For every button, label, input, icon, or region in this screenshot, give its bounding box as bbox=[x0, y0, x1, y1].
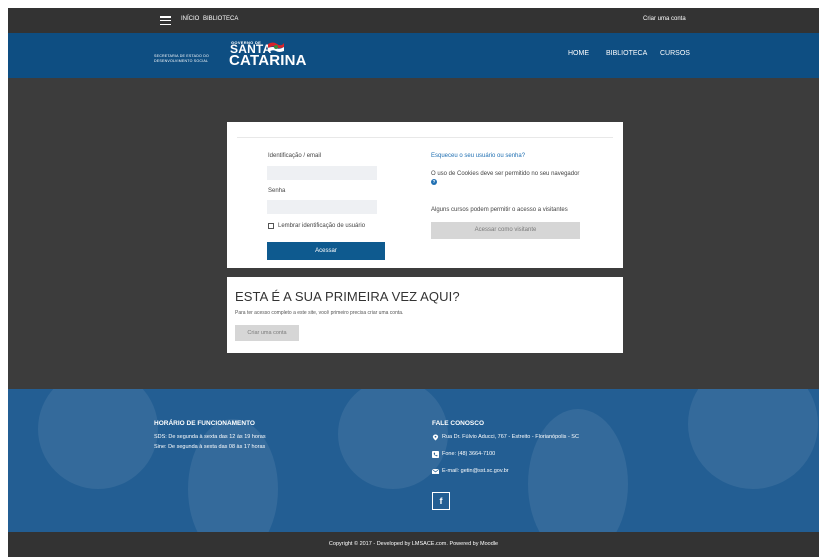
forgot-password-link[interactable]: Esqueceu o seu usuário ou senha? bbox=[431, 153, 525, 159]
username-input[interactable] bbox=[267, 166, 377, 180]
contact-address: Rua Dr. Fúlvio Aducci, 767 - Estreito - … bbox=[442, 434, 579, 440]
map-marker-icon bbox=[432, 434, 439, 441]
login-card: Identificação / email Senha Lembrar iden… bbox=[227, 122, 623, 268]
nav-biblioteca[interactable]: BIBLIOTECA bbox=[606, 50, 647, 57]
contact-title: FALE CONOSCO bbox=[432, 420, 485, 427]
top-navbar: INÍCIO BIBLIOTECA Criar uma conta bbox=[8, 8, 819, 33]
login-button[interactable]: Acessar bbox=[267, 242, 385, 260]
phone-icon bbox=[432, 451, 439, 458]
first-time-title: ESTA É A SUA PRIMEIRA VEZ AQUI? bbox=[235, 289, 460, 304]
contact-phone: Fone: (48) 3664-7100 bbox=[442, 451, 496, 457]
divider bbox=[237, 137, 613, 138]
site-header: SECRETARIA DE ESTADO DO DESENVOLVIMENTO … bbox=[8, 33, 819, 78]
logo-secretaria-text[interactable]: SECRETARIA DE ESTADO DO DESENVOLVIMENTO … bbox=[154, 54, 209, 64]
facebook-icon[interactable]: f bbox=[432, 492, 450, 510]
page: INÍCIO BIBLIOTECA Criar uma conta SECRET… bbox=[8, 8, 819, 557]
envelope-icon bbox=[432, 468, 439, 474]
background-figure bbox=[38, 389, 158, 489]
logo-catarina-text: CATARINA bbox=[229, 52, 307, 69]
contact-email: E-mail: getin@sst.sc.gov.br bbox=[442, 468, 509, 474]
nav-cursos[interactable]: CURSOS bbox=[660, 50, 690, 57]
top-link-biblioteca[interactable]: BIBLIOTECA bbox=[203, 16, 238, 22]
site-footer: HORÁRIO DE FUNCIONAMENTO SDS: De segunda… bbox=[8, 389, 819, 532]
nav-home[interactable]: HOME bbox=[568, 50, 589, 57]
guest-login-button[interactable]: Acessar como visitante bbox=[431, 222, 580, 239]
background-figure bbox=[688, 389, 818, 489]
guest-notice: Alguns cursos podem permitir o acesso a … bbox=[431, 207, 568, 213]
password-label: Senha bbox=[268, 188, 286, 194]
create-account-button[interactable]: Criar uma conta bbox=[235, 325, 299, 341]
username-label: Identificação / email bbox=[268, 153, 322, 159]
cookies-notice: O uso de Cookies deve ser permitido no s… bbox=[431, 171, 580, 177]
top-link-inicio[interactable]: INÍCIO bbox=[181, 16, 199, 22]
copyright-bar: Copyright © 2017 - Developed by LMSACE.c… bbox=[8, 532, 819, 557]
background-figure bbox=[528, 409, 628, 532]
top-link-create-account[interactable]: Criar uma conta bbox=[643, 16, 686, 22]
hours-line-sds: SDS: De segunda à sexta das 12 às 19 hor… bbox=[154, 434, 266, 440]
help-icon[interactable]: ? bbox=[431, 179, 437, 185]
remember-checkbox[interactable] bbox=[268, 223, 274, 229]
state-flag-icon bbox=[268, 42, 284, 52]
hours-title: HORÁRIO DE FUNCIONAMENTO bbox=[154, 420, 255, 427]
first-time-card: ESTA É A SUA PRIMEIRA VEZ AQUI? Para ter… bbox=[227, 277, 623, 353]
hours-line-sine: Sine: De segunda à sexta das 08 às 17 ho… bbox=[154, 444, 266, 450]
password-input[interactable] bbox=[267, 200, 377, 214]
hamburger-menu-icon[interactable] bbox=[160, 16, 171, 26]
remember-label: Lembrar identificação de usuário bbox=[278, 223, 366, 229]
first-time-text: Para ter acesso completo a este site, vo… bbox=[235, 310, 404, 316]
